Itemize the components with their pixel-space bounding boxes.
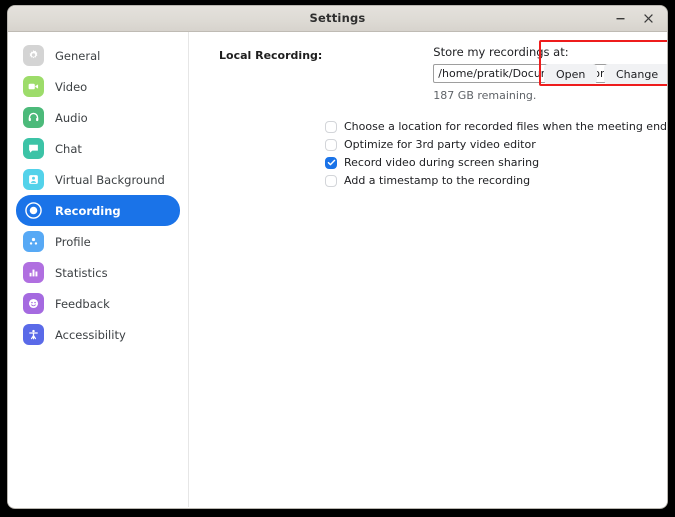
local-recording-label: Local Recording:: [219, 45, 322, 64]
headphones-icon: [23, 107, 44, 128]
close-icon: [643, 13, 654, 24]
sidebar-item-virtual-background[interactable]: Virtual Background: [16, 164, 180, 195]
minimize-button[interactable]: [607, 6, 633, 31]
checkbox-record-screen-share[interactable]: [325, 157, 337, 169]
record-circle-icon: [23, 200, 44, 221]
checkbox-add-timestamp[interactable]: [325, 175, 337, 187]
person-frame-icon: [23, 169, 44, 190]
sidebar-item-label: Profile: [55, 235, 91, 249]
local-recording-row: Local Recording: Store my recordings at:…: [219, 45, 640, 103]
sidebar-item-label: Accessibility: [55, 328, 126, 342]
sidebar-item-video[interactable]: Video: [16, 71, 180, 102]
settings-sidebar: General Video: [8, 32, 189, 507]
option-row-optimize-editor[interactable]: Optimize for 3rd party video editor: [325, 136, 667, 153]
option-label: Optimize for 3rd party video editor: [344, 138, 536, 151]
option-label: Choose a location for recorded files whe…: [344, 120, 667, 133]
checkbox-optimize-editor[interactable]: [325, 139, 337, 151]
sidebar-item-label: Video: [55, 80, 87, 94]
sidebar-item-chat[interactable]: Chat: [16, 133, 180, 164]
sidebar-item-profile[interactable]: Profile: [16, 226, 180, 257]
minimize-icon: [615, 13, 626, 24]
change-button[interactable]: Change: [604, 64, 667, 84]
sidebar-item-label: Audio: [55, 111, 88, 125]
settings-window: Settings General: [8, 6, 667, 508]
open-button[interactable]: Open: [544, 64, 597, 84]
sidebar-item-label: Recording: [55, 204, 121, 218]
sidebar-item-general[interactable]: General: [16, 40, 180, 71]
smiley-face-icon: [23, 293, 44, 314]
check-icon: [327, 158, 336, 167]
sidebar-item-label: Statistics: [55, 266, 108, 280]
close-button[interactable]: [635, 6, 661, 31]
sidebar-item-feedback[interactable]: Feedback: [16, 288, 180, 319]
disk-remaining-text: 187 GB remaining.: [433, 89, 640, 103]
video-camera-icon: [23, 76, 44, 97]
title-bar: Settings: [8, 6, 667, 32]
chat-bubble-icon: [23, 138, 44, 159]
sidebar-item-label: General: [55, 49, 100, 63]
option-label: Record video during screen sharing: [344, 156, 539, 169]
sidebar-item-audio[interactable]: Audio: [16, 102, 180, 133]
sidebar-item-accessibility[interactable]: Accessibility: [16, 319, 180, 350]
gear-icon: [23, 45, 44, 66]
option-row-add-timestamp[interactable]: Add a timestamp to the recording: [325, 172, 667, 189]
profile-person-icon: [23, 231, 44, 252]
option-label: Add a timestamp to the recording: [344, 174, 530, 187]
sidebar-item-label: Chat: [55, 142, 82, 156]
store-location-title: Store my recordings at:: [433, 45, 640, 60]
option-row-record-screen-share[interactable]: Record video during screen sharing: [325, 154, 667, 171]
option-row-choose-location[interactable]: Choose a location for recorded files whe…: [325, 118, 667, 135]
sidebar-item-statistics[interactable]: Statistics: [16, 257, 180, 288]
sidebar-item-label: Virtual Background: [55, 173, 165, 187]
sidebar-item-label: Feedback: [55, 297, 110, 311]
recording-options-list: Choose a location for recorded files whe…: [325, 118, 667, 190]
sidebar-item-recording[interactable]: Recording: [16, 195, 180, 226]
recording-settings-pane: Local Recording: Store my recordings at:…: [189, 32, 667, 507]
window-body: General Video: [8, 32, 667, 507]
checkbox-choose-location[interactable]: [325, 121, 337, 133]
bar-chart-icon: [23, 262, 44, 283]
accessibility-person-icon: [23, 324, 44, 345]
window-title: Settings: [8, 6, 667, 31]
